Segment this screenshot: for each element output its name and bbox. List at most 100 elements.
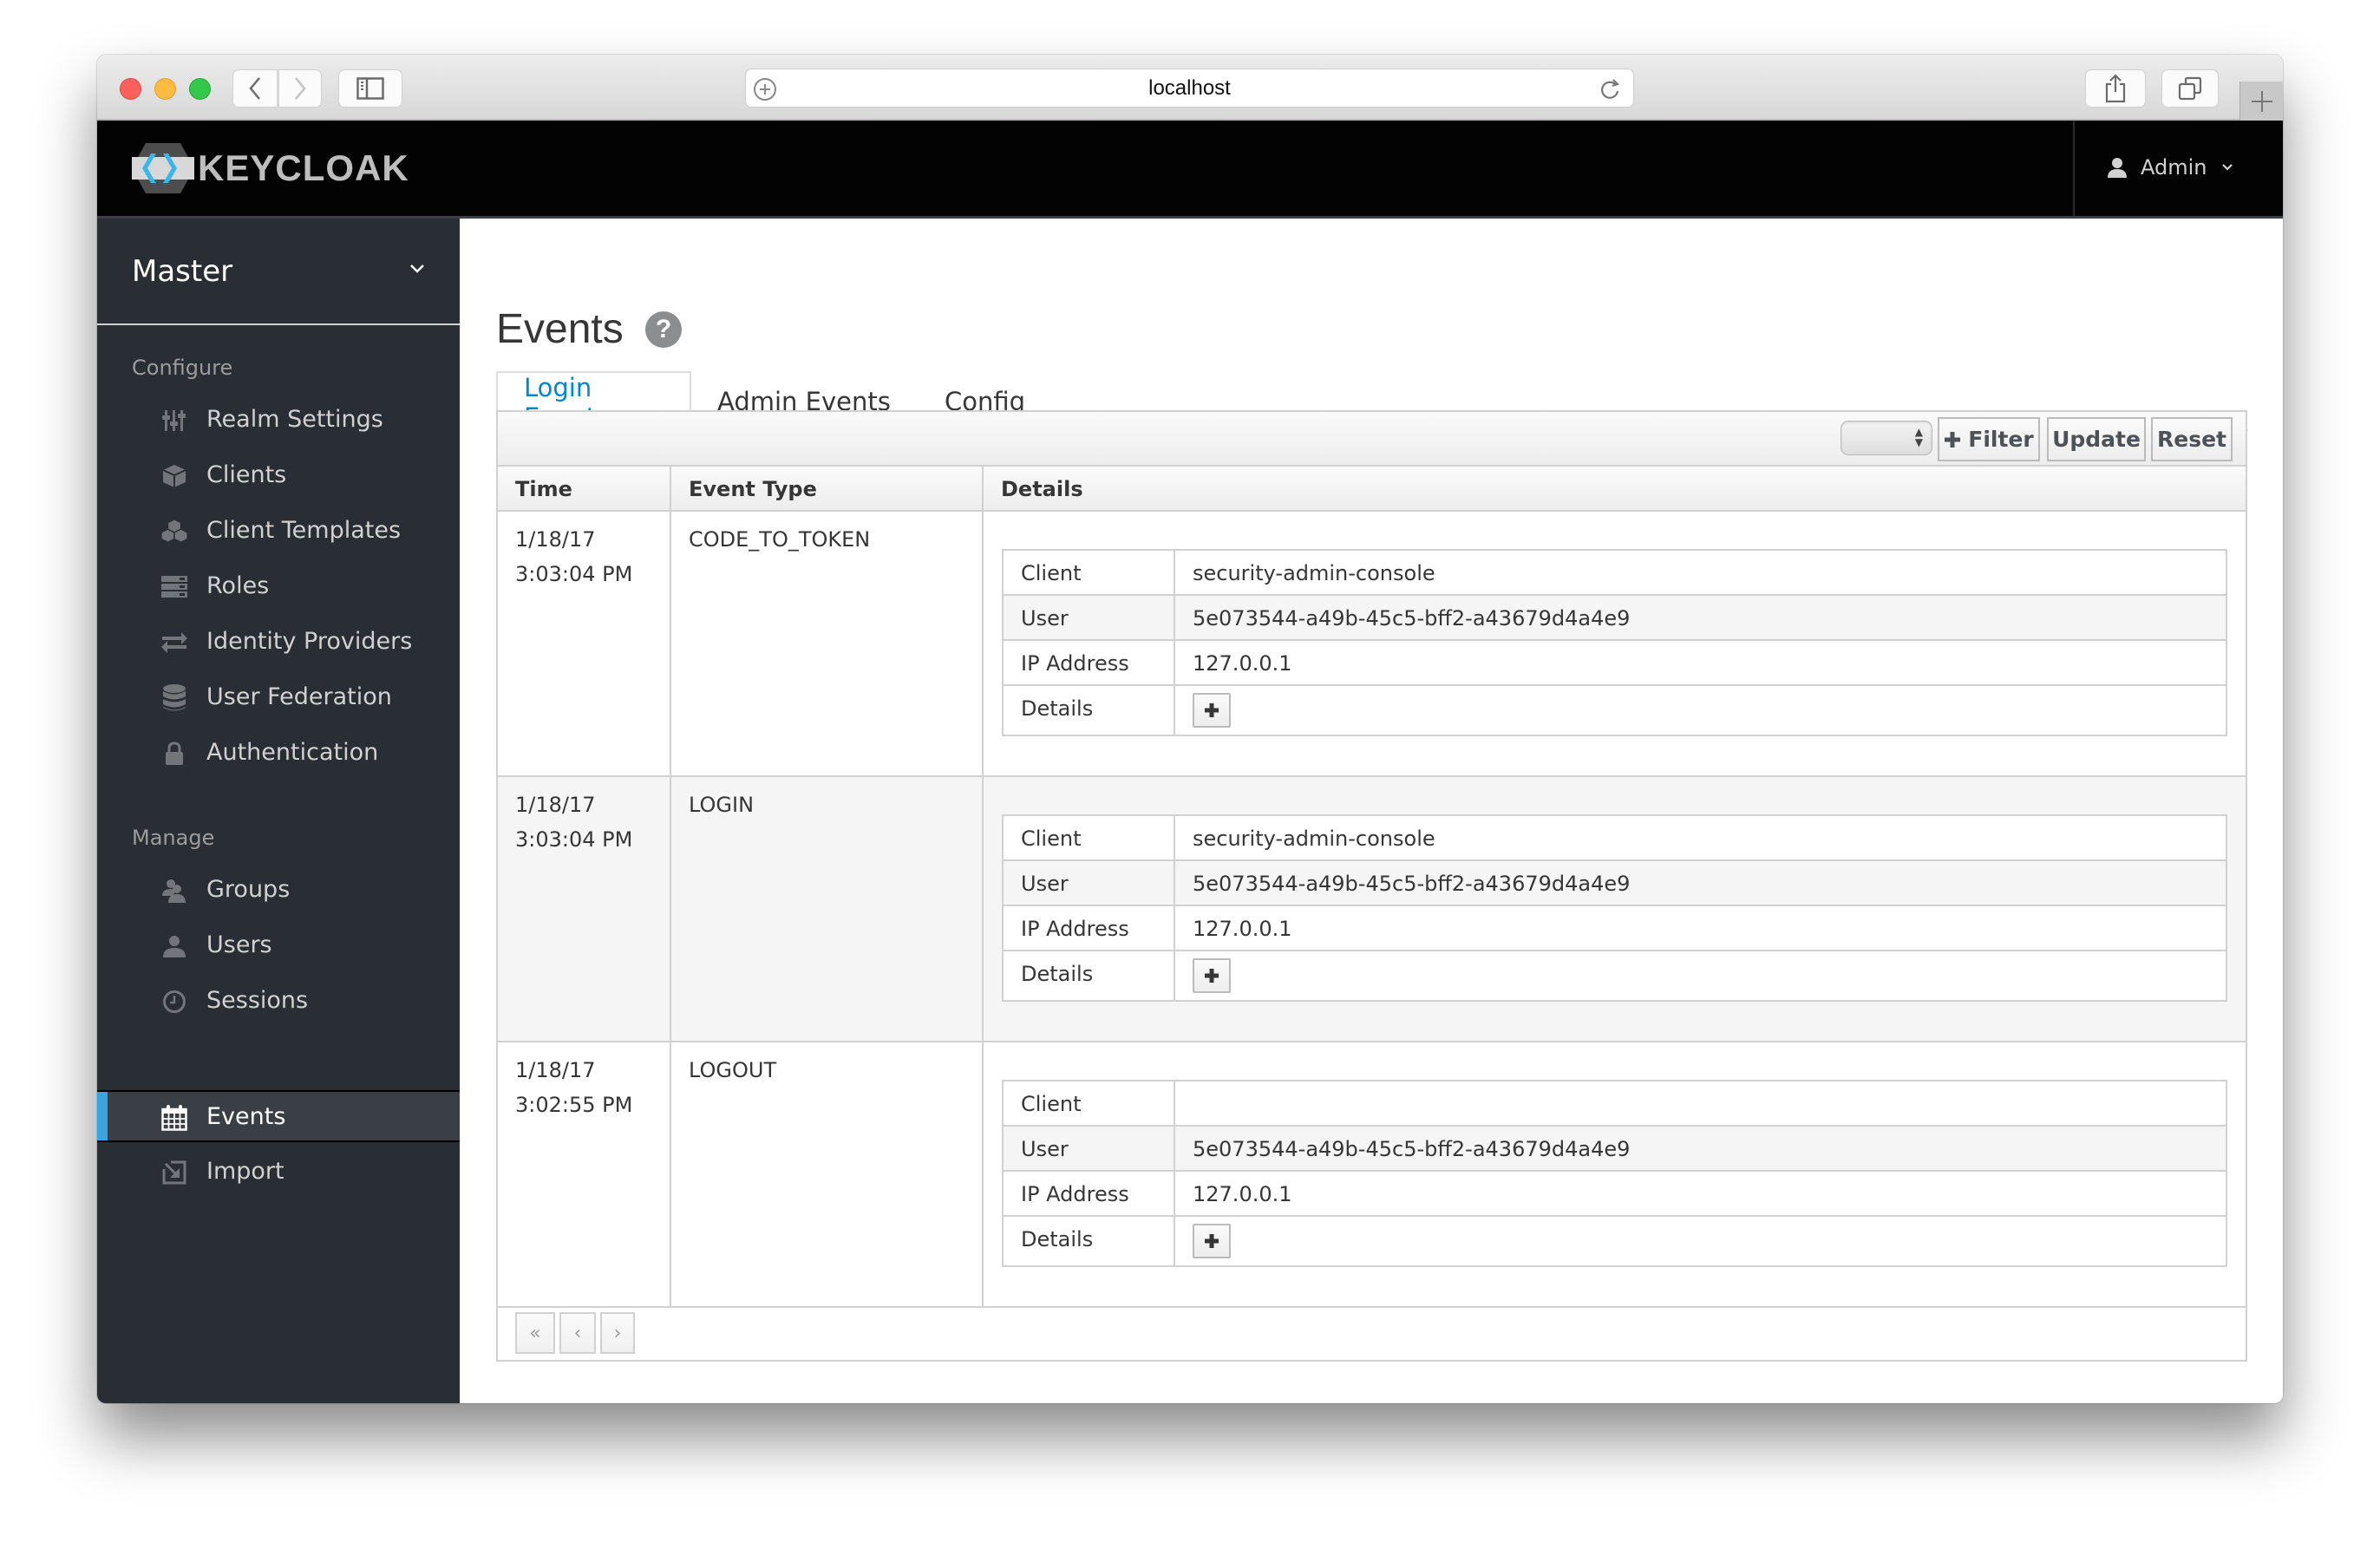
expand-details-button[interactable] (1193, 1224, 1231, 1258)
sidebar-item-roles[interactable]: Roles (97, 561, 460, 613)
calendar-icon (160, 1104, 189, 1132)
detail-value-ip: 127.0.0.1 (1193, 651, 1292, 676)
previous-page-button[interactable]: ‹ (559, 1312, 596, 1354)
plus-icon (2251, 90, 2272, 112)
new-tab-button[interactable] (2239, 82, 2283, 121)
expand-details-button[interactable] (1193, 958, 1231, 993)
exchange-icon (160, 629, 189, 657)
filter-button[interactable]: Filter (1938, 417, 2040, 461)
reset-button[interactable]: Reset (2151, 417, 2233, 461)
sidebar-item-label: Sessions (206, 987, 309, 1014)
sidebar-item-label: Events (206, 1103, 286, 1130)
sidebar-item-events[interactable]: Events (97, 1090, 460, 1142)
sidebar-item-authentication[interactable]: Authentication (97, 728, 460, 780)
detail-row-client: Client security-admin-console (1004, 816, 2226, 861)
chevron-down-icon (410, 265, 424, 273)
events-table: ▲ ▼ Filter Update Reset Time Event Type D… (496, 410, 2247, 1362)
user-name: Admin (2141, 155, 2207, 180)
table-row: 1/18/17 3:03:04 PM LOGIN Client security… (498, 777, 2246, 1042)
sidebar-item-label: Roles (206, 572, 270, 599)
realm-selector[interactable]: Master (97, 219, 460, 325)
select-arrows-icon: ▲ ▼ (1914, 426, 1923, 448)
expand-details-button[interactable] (1193, 693, 1231, 728)
sidebar-item-label: Clients (206, 461, 287, 488)
keycloak-logo-icon (132, 143, 194, 193)
show-tabs-button[interactable] (2161, 69, 2219, 108)
event-date: 1/18/17 (515, 1058, 596, 1082)
detail-label: Client (1004, 816, 1175, 859)
sidebar-item-users[interactable]: Users (97, 920, 460, 972)
import-icon (160, 1159, 189, 1186)
sidebar-item-realm-settings[interactable]: Realm Settings (97, 395, 460, 447)
share-icon (2105, 74, 2126, 103)
sidebar-item-label: Client Templates (206, 517, 402, 544)
keycloak-logo[interactable]: KEYCLOAK (132, 141, 409, 195)
detail-value-details (1175, 1217, 2226, 1265)
sidebar-item-sessions[interactable]: Sessions (97, 976, 460, 1028)
chevron-down-icon (2221, 164, 2233, 171)
browser-toolbar: localhost (97, 55, 2283, 121)
detail-row-client: Client security-admin-console (1004, 551, 2226, 596)
section-label-manage: Manage (132, 826, 215, 850)
update-button[interactable]: Update (2047, 417, 2146, 461)
event-type-cell: LOGOUT (671, 1042, 984, 1306)
detail-row-client: Client (1004, 1081, 2226, 1127)
sidebar-item-label: Groups (206, 876, 291, 903)
forward-button[interactable] (278, 69, 322, 108)
back-button[interactable] (232, 69, 278, 108)
address-bar[interactable]: localhost (745, 69, 1634, 108)
table-toolbar: ▲ ▼ Filter Update Reset (498, 412, 2246, 467)
app-header: KEYCLOAK Admin (97, 121, 2283, 219)
plus-icon (1205, 969, 1219, 983)
first-page-button[interactable]: « (515, 1312, 555, 1354)
share-button[interactable] (2085, 69, 2146, 108)
reload-icon[interactable] (1599, 76, 1621, 102)
detail-value-user: 5e073544-a49b-45c5-bff2-a43679d4a4e9 (1193, 606, 1631, 631)
detail-row-user: User 5e073544-a49b-45c5-bff2-a43679d4a4e… (1004, 861, 2226, 906)
detail-label: User (1004, 1127, 1175, 1170)
sidebar-item-user-federation[interactable]: User Federation (97, 672, 460, 724)
event-date: 1/18/17 (515, 527, 596, 552)
user-menu[interactable]: Admin (2108, 150, 2233, 185)
detail-row-details: Details (1004, 951, 2226, 1000)
help-icon[interactable]: ? (645, 311, 682, 348)
detail-label: User (1004, 861, 1175, 905)
sidebar: Master Configure Realm Settings Clients … (97, 219, 460, 1403)
pagination: « ‹ › (498, 1308, 2246, 1360)
detail-value-details (1175, 951, 2226, 1000)
sidebar-toggle-button[interactable] (338, 69, 402, 108)
plus-icon (1945, 431, 1961, 448)
table-row: 1/18/17 3:02:55 PM LOGOUT Client User 5e… (498, 1042, 2246, 1308)
max-results-select[interactable]: ▲ ▼ (1841, 421, 1932, 455)
sidebar-item-groups[interactable]: Groups (97, 865, 460, 917)
user-icon (2108, 158, 2127, 178)
lock-icon (160, 740, 189, 768)
sidebar-item-label: Realm Settings (206, 406, 383, 433)
close-window-button[interactable] (120, 78, 141, 100)
plus-icon (1205, 703, 1219, 717)
sidebar-item-identity-providers[interactable]: Identity Providers (97, 617, 460, 669)
add-bookmark-icon[interactable] (753, 77, 777, 101)
detail-value-details (1175, 686, 2226, 735)
zoom-window-button[interactable] (189, 78, 211, 100)
sidebar-item-import[interactable]: Import (97, 1147, 460, 1199)
sidebar-item-client-templates[interactable]: Client Templates (97, 506, 460, 558)
filter-label: Filter (1968, 427, 2034, 452)
cubes-icon (160, 518, 189, 546)
detail-row-ip: IP Address 127.0.0.1 (1004, 641, 2226, 686)
event-time: 3:02:55 PM (515, 1093, 633, 1117)
detail-value-client (1175, 1081, 2226, 1125)
detail-row-ip: IP Address 127.0.0.1 (1004, 1172, 2226, 1217)
detail-value-user: 5e073544-a49b-45c5-bff2-a43679d4a4e9 (1193, 1137, 1631, 1161)
next-page-button[interactable]: › (600, 1312, 635, 1354)
event-details-table: Client security-admin-console User 5e073… (1002, 549, 2227, 736)
detail-value-client: security-admin-console (1193, 827, 1435, 851)
event-date: 1/18/17 (515, 793, 596, 817)
event-type-cell: LOGIN (671, 777, 984, 1041)
event-time-cell: 1/18/17 3:02:55 PM (498, 1042, 671, 1306)
sidebar-item-clients[interactable]: Clients (97, 450, 460, 502)
event-time-cell: 1/18/17 3:03:04 PM (498, 777, 671, 1041)
minimize-window-button[interactable] (154, 78, 176, 100)
detail-value-client: security-admin-console (1193, 561, 1435, 585)
users-icon (160, 877, 189, 905)
